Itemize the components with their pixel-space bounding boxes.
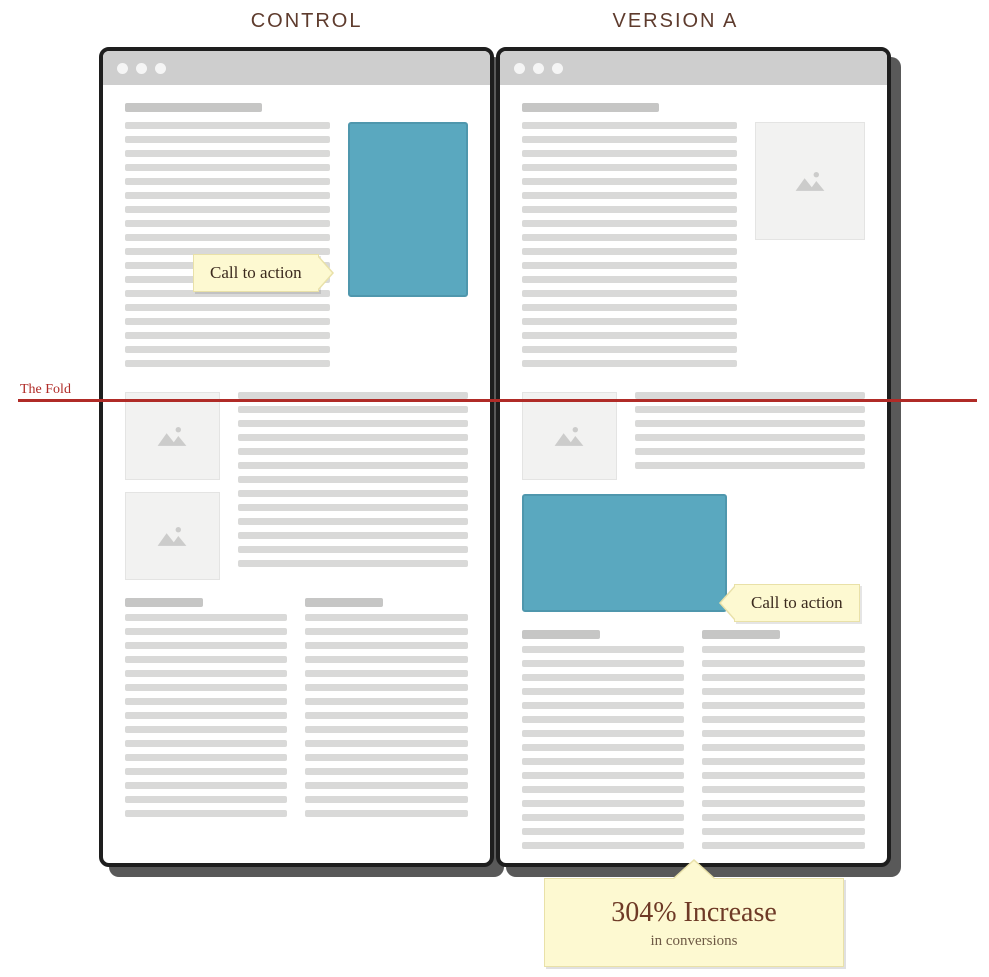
text-block — [635, 392, 865, 476]
dual-columns — [522, 630, 865, 856]
text-block — [238, 392, 468, 574]
result-sub: in conversions — [557, 933, 831, 950]
page-control — [103, 85, 490, 846]
cta-annotation-variant: Call to action — [734, 584, 860, 622]
ab-test-diagram: CONTROL VERSION A — [0, 0, 989, 867]
sidebar-col — [348, 122, 468, 297]
window-dot-icon — [155, 63, 166, 74]
image-placeholder-icon — [125, 492, 220, 580]
window-dot-icon — [533, 63, 544, 74]
image-placeholder-icon — [755, 122, 865, 240]
window-dot-icon — [514, 63, 525, 74]
heading-placeholder — [125, 103, 262, 112]
fold-label: The Fold — [20, 382, 71, 398]
thumb-col — [125, 392, 220, 580]
text-column — [702, 630, 865, 856]
window-titlebar — [103, 51, 490, 85]
page-variant — [500, 85, 887, 867]
variant-labels: CONTROL VERSION A — [0, 10, 989, 33]
window-dot-icon — [117, 63, 128, 74]
window-dot-icon — [552, 63, 563, 74]
text-block — [125, 122, 330, 374]
thumb-col — [522, 392, 617, 480]
dual-columns — [125, 598, 468, 824]
text-column — [125, 598, 288, 824]
label-control: CONTROL — [251, 10, 363, 33]
browser-variant — [496, 47, 891, 867]
image-placeholder-icon — [522, 392, 617, 480]
sidebar-col — [755, 122, 865, 240]
label-variant: VERSION A — [612, 10, 738, 33]
cta-box-variant — [522, 494, 727, 612]
heading-placeholder — [522, 103, 659, 112]
text-column — [305, 598, 468, 824]
cta-box-control — [348, 122, 468, 297]
result-callout: 304% Increase in conversions — [544, 878, 844, 967]
window-dot-icon — [136, 63, 147, 74]
browser-control — [99, 47, 494, 867]
fold-line — [18, 399, 977, 402]
cta-annotation-control: Call to action — [193, 254, 319, 292]
image-placeholder-icon — [125, 392, 220, 480]
panels — [0, 47, 989, 867]
text-block — [522, 122, 737, 374]
window-titlebar — [500, 51, 887, 85]
text-column — [522, 630, 685, 856]
result-headline: 304% Increase — [557, 897, 831, 929]
